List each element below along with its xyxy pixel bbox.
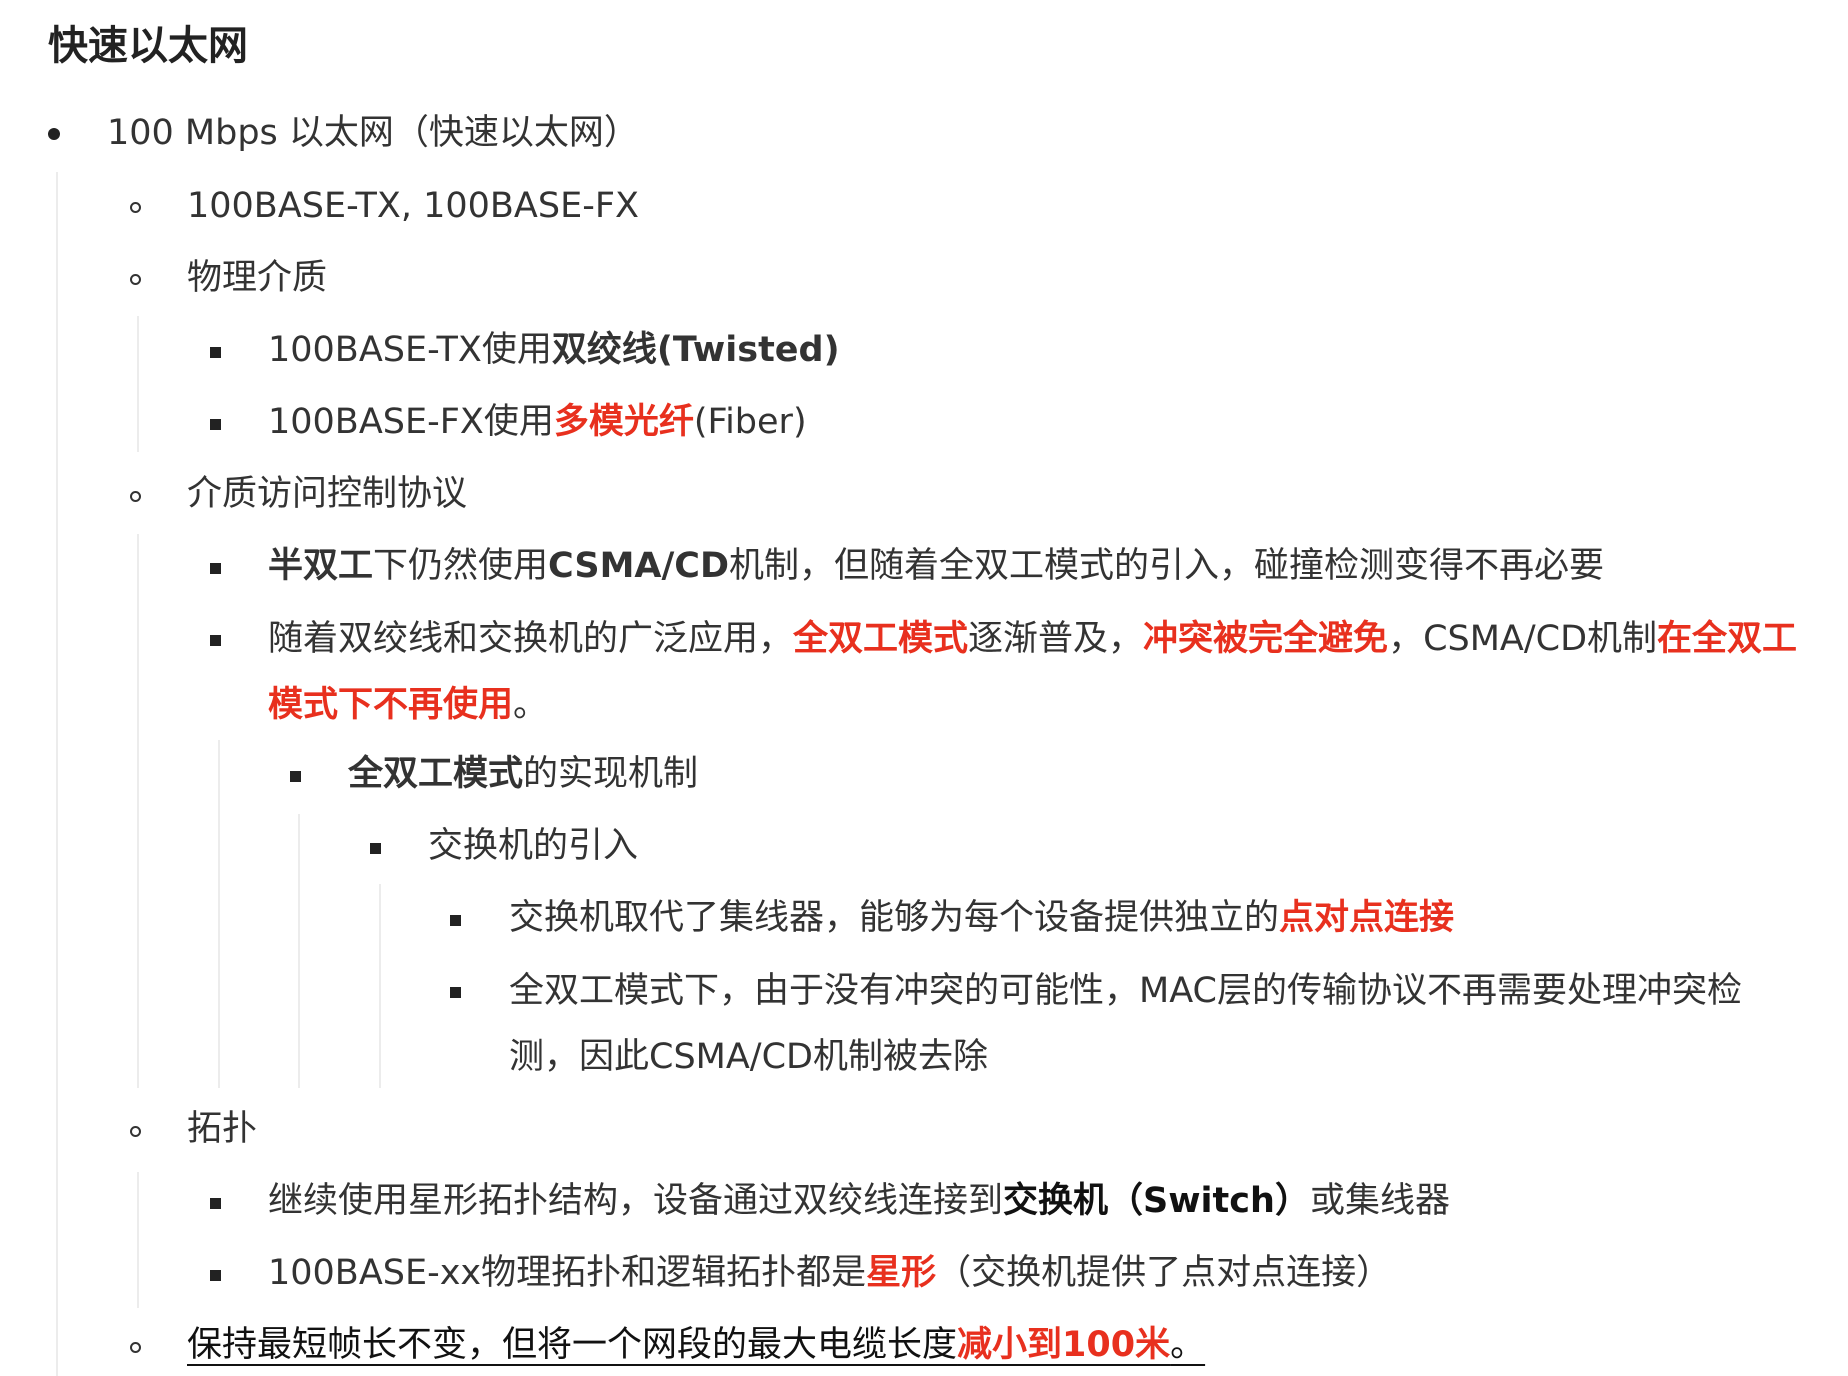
highlight-red-text: 减小到100米 (957, 1325, 1171, 1365)
list-item-csma-cd-removed: 全双工模式下，由于没有冲突的可能性，MAC层的传输协议不再需要处理冲突检测，因此… (509, 971, 1742, 1077)
indent-guide-level2a (137, 316, 139, 452)
bullet-square (450, 915, 461, 926)
list-item-topology: 拓扑 (187, 1109, 258, 1149)
bullet-circle (130, 202, 141, 213)
list-item-star-topology: 继续使用星形拓扑结构，设备通过双绞线连接到交换机（Switch）或集线器 (268, 1175, 1450, 1227)
text-segment: 交换机取代了集线器，能够为每个设备提供独立的 (509, 898, 1280, 938)
text-segment: 100BASE-xx物理拓扑和逻辑拓扑都是 (268, 1253, 867, 1293)
bullet-circle (130, 1126, 141, 1137)
list-item-half-duplex: 半双工下仍然使用CSMA/CD机制，但随着全双工模式的引入，碰撞检测变得不再必要 (268, 540, 1604, 592)
list-item-physical-logical-topology: 100BASE-xx物理拓扑和逻辑拓扑都是星形（交换机提供了点对点连接） (268, 1247, 1391, 1299)
highlight-red-text: 全双工模式 (793, 619, 969, 659)
bullet-square (210, 1198, 221, 1209)
text-segment: 。 (1170, 1325, 1206, 1365)
indent-guide-level1 (56, 172, 58, 1376)
text-segment: 100BASE-FX使用 (268, 402, 554, 442)
bullet-square (210, 635, 221, 646)
list-item-switch-replaces-hub: 交换机取代了集线器，能够为每个设备提供独立的点对点连接 (509, 892, 1454, 944)
bullet-circle (130, 491, 141, 502)
text-segment: 随着双绞线和交换机的广泛应用， (268, 619, 794, 659)
bullet-square (290, 771, 301, 782)
text-segment: （交换机提供了点对点连接） (936, 1253, 1392, 1293)
indent-guide-level5 (379, 884, 381, 1088)
list-item-cable-length: 保持最短帧长不变，但将一个网段的最大电缆长度减小到100米。 (187, 1319, 1205, 1371)
indent-guide-level2b (137, 534, 139, 1088)
list-item-tx-twisted-pair: 100BASE-TX使用双绞线(Twisted) (268, 324, 840, 376)
bullet-circle (130, 1342, 141, 1353)
list-item-fast-ethernet: 100 Mbps 以太网（快速以太网） (107, 113, 639, 153)
highlight-red-text: 冲突被完全避免 (1143, 619, 1389, 659)
indent-guide-level4 (298, 814, 300, 1088)
indent-guide-level2c (137, 1172, 139, 1308)
highlight-red-text: 点对点连接 (1279, 898, 1455, 938)
text-segment: 保持最短帧长不变，但将一个网段的最大电缆长度 (187, 1325, 958, 1365)
list-item-mac-protocol: 介质访问控制协议 (187, 474, 468, 514)
bold-text: 全双工模式 (348, 754, 524, 794)
text-segment: 逐渐普及， (968, 619, 1144, 659)
underlined-text: 保持最短帧长不变，但将一个网段的最大电缆长度减小到100米。 (187, 1325, 1205, 1365)
bullet-square (210, 419, 221, 430)
bold-text: 双绞线(Twisted) (551, 330, 840, 370)
bullet-square (210, 347, 221, 358)
text-segment: 下仍然使用 (373, 546, 549, 586)
list-item-physical-media: 物理介质 (187, 258, 328, 298)
text-segment: 继续使用星形拓扑结构，设备通过双绞线连接到 (268, 1181, 1004, 1221)
list-item-full-duplex-adoption: 随着双绞线和交换机的广泛应用，全双工模式逐渐普及，冲突被完全避免，CSMA/CD… (268, 606, 1808, 738)
text-segment: ，CSMA/CD机制 (1388, 619, 1658, 659)
bullet-square (210, 1270, 221, 1281)
text-segment: 的实现机制 (523, 754, 699, 794)
list-item-fx-fiber: 100BASE-FX使用多模光纤(Fiber) (268, 396, 807, 448)
text-segment: 机制，但随着全双工模式的引入，碰撞检测变得不再必要 (729, 546, 1605, 586)
bold-text: CSMA/CD (548, 546, 730, 586)
highlight-red-text: 星形 (866, 1253, 937, 1293)
text-segment: 。 (513, 685, 549, 725)
text-segment: 100BASE-TX使用 (268, 330, 552, 370)
list-item-switch-introduction: 交换机的引入 (428, 826, 639, 866)
bold-text: 半双工 (268, 546, 374, 586)
indent-guide-level3 (218, 740, 220, 1088)
bullet-square (450, 987, 461, 998)
page-title: 快速以太网 (48, 23, 248, 69)
bullet-disc (48, 128, 60, 140)
list-item-full-duplex-mechanism: 全双工模式的实现机制 (348, 748, 698, 800)
text-segment: (Fiber) (693, 402, 807, 442)
bullet-square (370, 843, 381, 854)
highlight-red-text: 多模光纤 (553, 402, 694, 442)
bullet-square (210, 563, 221, 574)
text-segment: 或集线器 (1309, 1181, 1450, 1221)
bullet-circle (130, 274, 141, 285)
list-item-standards: 100BASE-TX, 100BASE-FX (187, 186, 639, 226)
bold-text: 交换机（Switch） (1003, 1181, 1310, 1221)
